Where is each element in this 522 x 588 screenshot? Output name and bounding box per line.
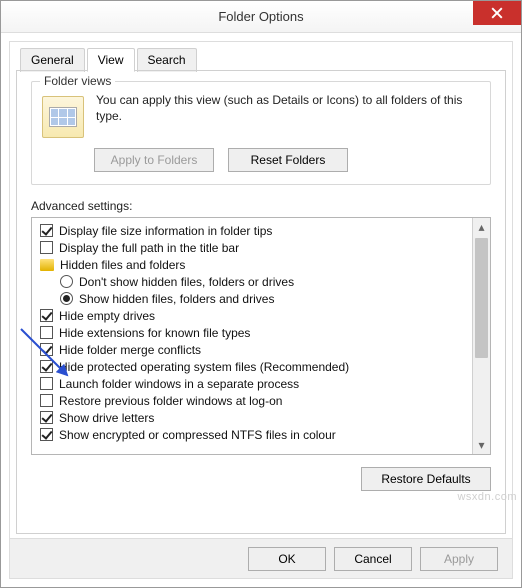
tree-item[interactable]: Restore previous folder windows at log-o… <box>34 392 470 409</box>
scroll-thumb[interactable] <box>475 238 488 358</box>
scrollbar[interactable]: ▴ ▾ <box>472 218 490 454</box>
tree-item[interactable]: Launch folder windows in a separate proc… <box>34 375 470 392</box>
tree-item[interactable]: Hide protected operating system files (R… <box>34 358 470 375</box>
tree-item-label: Launch folder windows in a separate proc… <box>59 377 299 391</box>
checkbox-icon[interactable] <box>40 241 53 254</box>
tree-item-label: Show drive letters <box>59 411 154 425</box>
folder-views-group: Folder views You can apply this view (su… <box>31 81 491 185</box>
tree-item-label: Hide protected operating system files (R… <box>59 360 349 374</box>
close-icon <box>491 7 503 19</box>
checkbox-icon[interactable] <box>40 411 53 424</box>
tree-item[interactable]: Hide folder merge conflicts <box>34 341 470 358</box>
tree-item[interactable]: Show drive letters <box>34 409 470 426</box>
folder-views-description: You can apply this view (such as Details… <box>96 90 480 138</box>
ok-button[interactable]: OK <box>248 547 326 571</box>
advanced-settings-list: Display file size information in folder … <box>32 218 472 454</box>
reset-folders-button[interactable]: Reset Folders <box>228 148 348 172</box>
tree-item-label: Hide folder merge conflicts <box>59 343 201 357</box>
tree-item[interactable]: Show encrypted or compressed NTFS files … <box>34 426 470 443</box>
tree-item-label: Display file size information in folder … <box>59 224 272 238</box>
tab-panel-view: Folder views You can apply this view (su… <box>16 70 506 534</box>
tree-item[interactable]: Don't show hidden files, folders or driv… <box>34 273 470 290</box>
tab-general[interactable]: General <box>20 48 85 72</box>
tree-item-label: Display the full path in the title bar <box>59 241 239 255</box>
tree-group: Hidden files and folders <box>34 256 470 273</box>
advanced-settings-tree: Display file size information in folder … <box>31 217 491 455</box>
tab-view[interactable]: View <box>87 48 135 72</box>
tree-item-label: Show encrypted or compressed NTFS files … <box>59 428 336 442</box>
folder-options-window: Folder Options General View Search Folde… <box>0 0 522 588</box>
checkbox-icon[interactable] <box>40 428 53 441</box>
tree-item-label: Hidden files and folders <box>60 258 185 272</box>
tree-item[interactable]: Display the full path in the title bar <box>34 239 470 256</box>
checkbox-icon[interactable] <box>40 377 53 390</box>
tree-item-label: Show hidden files, folders and drives <box>79 292 274 306</box>
checkbox-icon[interactable] <box>40 343 53 356</box>
checkbox-icon[interactable] <box>40 360 53 373</box>
radio-icon[interactable] <box>60 292 73 305</box>
tab-search[interactable]: Search <box>137 48 197 72</box>
tree-item[interactable]: Hide empty drives <box>34 307 470 324</box>
cancel-button[interactable]: Cancel <box>334 547 412 571</box>
tree-item-label: Restore previous folder windows at log-o… <box>59 394 282 408</box>
tree-item[interactable]: Display file size information in folder … <box>34 222 470 239</box>
titlebar: Folder Options <box>1 1 521 33</box>
tree-item-label: Hide extensions for known file types <box>59 326 250 340</box>
folder-views-icon <box>42 96 84 138</box>
tree-item[interactable]: Show hidden files, folders and drives <box>34 290 470 307</box>
window-title: Folder Options <box>218 9 303 24</box>
radio-icon[interactable] <box>60 275 73 288</box>
checkbox-icon[interactable] <box>40 394 53 407</box>
checkbox-icon[interactable] <box>40 326 53 339</box>
tree-item-label: Don't show hidden files, folders or driv… <box>79 275 294 289</box>
restore-defaults-button[interactable]: Restore Defaults <box>361 467 491 491</box>
tab-strip: General View Search <box>20 48 199 72</box>
tree-item-label: Hide empty drives <box>59 309 155 323</box>
tree-item[interactable]: Hide extensions for known file types <box>34 324 470 341</box>
client-area: General View Search Folder views You can… <box>9 41 513 579</box>
folder-icon <box>40 259 54 271</box>
close-button[interactable] <box>473 1 521 25</box>
scroll-down-icon[interactable]: ▾ <box>473 436 490 454</box>
folder-views-legend: Folder views <box>40 74 115 88</box>
checkbox-icon[interactable] <box>40 309 53 322</box>
advanced-settings-label: Advanced settings: <box>31 199 491 213</box>
checkbox-icon[interactable] <box>40 224 53 237</box>
apply-to-folders-button[interactable]: Apply to Folders <box>94 148 214 172</box>
apply-button[interactable]: Apply <box>420 547 498 571</box>
dialog-button-row: OK Cancel Apply <box>10 538 512 578</box>
scroll-up-icon[interactable]: ▴ <box>473 218 490 236</box>
